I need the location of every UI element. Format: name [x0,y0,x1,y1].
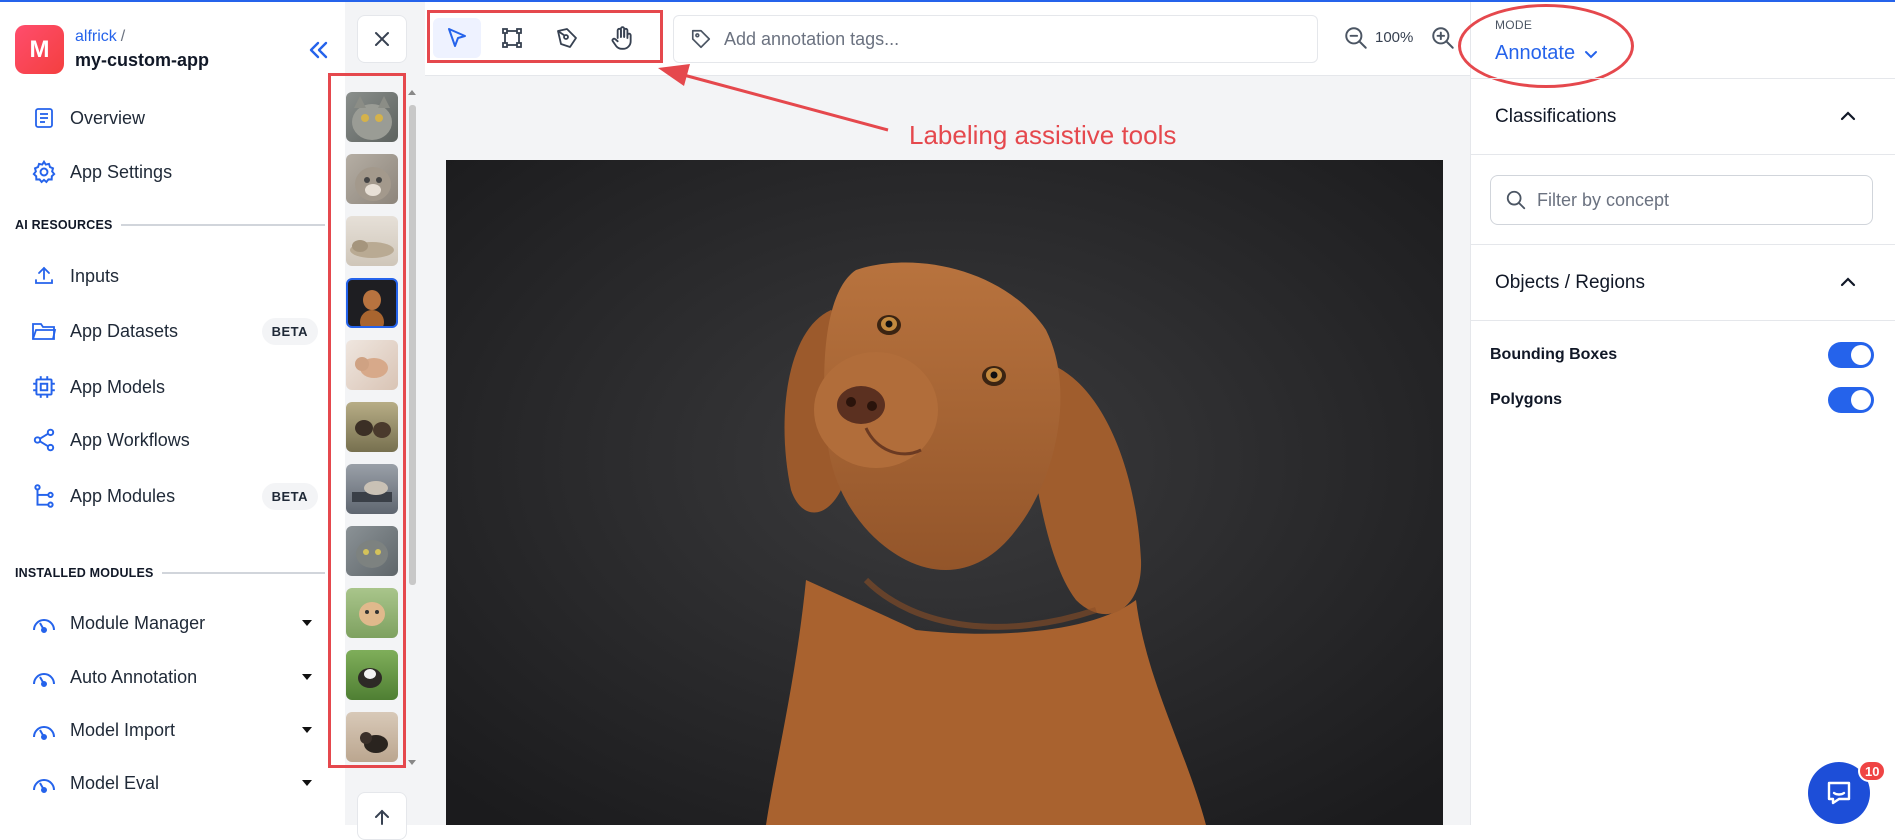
close-button[interactable] [357,15,407,63]
objects-regions-title: Objects / Regions [1495,271,1645,293]
sidebar-item-app-settings[interactable]: App Settings [28,152,318,192]
sidebar-item-label: App Modules [70,485,176,506]
owner-link[interactable]: alfrick / [75,28,125,46]
polygons-row: Polygons [1490,385,1874,415]
sidebar-item-label: Model Eval [70,772,160,793]
sidebar-item-auto-annotation[interactable]: Auto Annotation [28,657,318,697]
chevron-up-icon [1840,277,1856,287]
dog-photo [446,160,1443,825]
classifications-header[interactable]: Classifications [1471,78,1895,155]
app-header: M alfrick / my-custom-app [15,25,330,75]
scroll-up-arrow[interactable] [408,90,416,95]
sidebar-item-inputs[interactable]: Inputs [28,256,318,296]
sidebar-item-label: App Settings [70,161,173,182]
section-label: AI RESOURCES [15,218,113,232]
polygons-label: Polygons [1490,391,1563,408]
scroll-down-arrow[interactable] [408,760,416,765]
bounding-boxes-label: Bounding Boxes [1490,346,1618,363]
sidebar: M alfrick / my-custom-app Overview App Se… [0,0,345,825]
sidebar-item-label: Module Manager [70,612,206,633]
gear-icon [28,156,60,188]
mode-highlight-ellipse [1458,4,1634,88]
annotation-callout: Labeling assistive tools [909,120,1177,150]
document-icon [28,102,60,134]
tools-highlight-box [427,10,663,63]
concept-filter-input[interactable] [1537,189,1857,211]
sidebar-item-app-models[interactable]: App Models [28,367,318,407]
objects-regions-header[interactable]: Objects / Regions [1471,244,1895,321]
collapse-sidebar-button[interactable] [303,35,333,65]
thumbnail-scrollbar[interactable] [408,90,416,770]
divider [120,224,325,226]
gauge-icon [28,661,60,693]
section-ai-resources: AI RESOURCES [15,218,325,232]
sidebar-item-module-manager[interactable]: Module Manager [28,603,318,643]
chat-unread-badge: 10 [1858,760,1887,782]
annotation-tags-input[interactable] [724,28,1304,50]
section-label: INSTALLED MODULES [15,566,154,580]
sidebar-item-label: Inputs [70,265,120,286]
caret-down-icon[interactable] [302,780,312,786]
beta-badge: BETA [261,317,318,345]
chat-icon [1827,781,1851,805]
arrow-up-icon [375,809,389,825]
caret-down-icon[interactable] [302,620,312,626]
tag-icon [691,29,711,49]
owner-separator: / [120,28,126,45]
gauge-icon [28,714,60,746]
share-nodes-icon [28,424,60,456]
chevron-up-icon [1840,111,1856,121]
main-image-dog[interactable] [446,160,1443,825]
polygons-toggle[interactable] [1828,387,1874,413]
gauge-icon [28,767,60,799]
divider [161,572,325,574]
upload-icon [28,260,60,292]
concept-filter[interactable] [1490,175,1873,225]
beta-badge: BETA [261,482,318,510]
zoom-out-button[interactable] [1343,25,1369,51]
sidebar-item-label: App Datasets [70,320,179,341]
sidebar-item-label: App Models [70,376,166,397]
sidebar-item-app-workflows[interactable]: App Workflows [28,420,318,460]
zoom-level: 100% [1375,29,1414,46]
app-avatar[interactable]: M [15,25,64,74]
gauge-icon [28,607,60,639]
caret-down-icon[interactable] [302,674,312,680]
top-accent-line [0,0,1895,2]
zoom-out-icon [1345,27,1367,49]
zoom-in-button[interactable] [1430,25,1456,51]
sidebar-item-label: Auto Annotation [70,666,198,687]
chip-icon [28,371,60,403]
annotation-tags-field[interactable] [673,15,1318,63]
zoom-in-icon [1432,27,1454,49]
section-installed-modules: INSTALLED MODULES [15,566,325,580]
bounding-boxes-toggle[interactable] [1828,342,1874,368]
folder-icon [28,315,60,347]
sidebar-item-overview[interactable]: Overview [28,98,318,138]
classifications-title: Classifications [1495,105,1617,127]
sidebar-item-app-datasets[interactable]: App Datasets BETA [28,311,318,351]
caret-down-icon[interactable] [302,727,312,733]
tree-icon [28,480,60,512]
sidebar-item-model-eval[interactable]: Model Eval [28,763,318,803]
sidebar-item-label: App Workflows [70,429,190,450]
double-chevron-left-icon [309,41,328,59]
sidebar-item-model-import[interactable]: Model Import [28,710,318,750]
scroll-thumb[interactable] [409,105,416,585]
sidebar-item-label: Overview [70,107,146,128]
app-name[interactable]: my-custom-app [75,50,209,71]
close-icon [375,32,389,46]
sidebar-item-app-modules[interactable]: App Modules BETA [28,476,318,516]
search-icon [1506,190,1526,210]
thumbnail-highlight-box [328,73,406,768]
bounding-boxes-row: Bounding Boxes [1490,340,1874,370]
sidebar-item-label: Model Import [70,719,176,740]
owner-name[interactable]: alfrick [75,28,117,45]
scroll-to-top-button[interactable] [357,792,407,840]
